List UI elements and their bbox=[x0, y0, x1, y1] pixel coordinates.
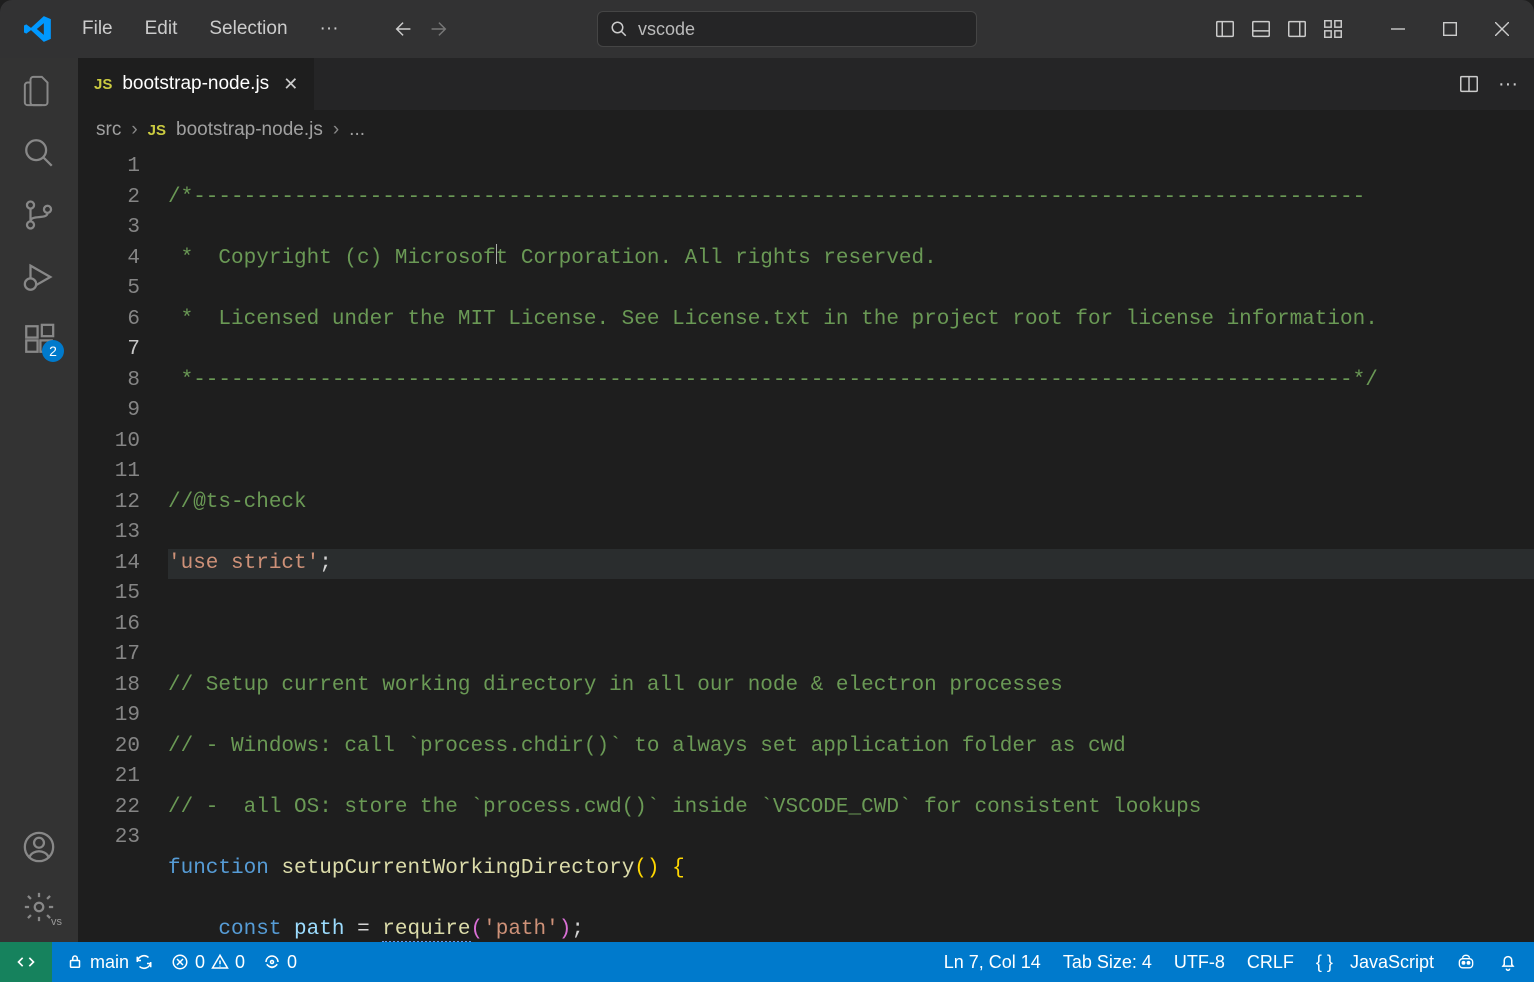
chevron-right-icon: › bbox=[131, 119, 137, 141]
extensions-icon[interactable]: 2 bbox=[20, 320, 58, 358]
menu-selection[interactable]: Selection bbox=[195, 12, 301, 46]
breadcrumb-file[interactable]: bootstrap-node.js bbox=[176, 119, 323, 141]
close-icon[interactable] bbox=[1478, 9, 1526, 49]
code-content[interactable]: /*--------------------------------------… bbox=[168, 150, 1534, 942]
layout-controls bbox=[1214, 18, 1344, 40]
tab-close-icon[interactable]: ✕ bbox=[283, 74, 298, 95]
remote-icon[interactable] bbox=[0, 942, 52, 982]
layout-customize-icon[interactable] bbox=[1322, 18, 1344, 40]
git-branch-button[interactable]: main bbox=[66, 952, 153, 973]
accounts-icon[interactable] bbox=[20, 828, 58, 866]
vscode-logo-icon bbox=[24, 15, 52, 43]
status-bar: main 0 0 0 Ln 7, Col 14 Tab Size: 4 UTF-… bbox=[0, 942, 1534, 982]
command-center-search[interactable]: vscode bbox=[597, 11, 977, 47]
layout-sidebar-right-icon[interactable] bbox=[1286, 18, 1308, 40]
chevron-right-icon: › bbox=[333, 119, 339, 141]
extensions-badge: 2 bbox=[42, 340, 64, 362]
minimize-icon[interactable] bbox=[1374, 9, 1422, 49]
encoding[interactable]: UTF-8 bbox=[1174, 952, 1225, 973]
notifications-bell-icon[interactable] bbox=[1498, 952, 1518, 972]
breadcrumb-more[interactable]: ... bbox=[349, 119, 365, 141]
menu-edit[interactable]: Edit bbox=[131, 12, 192, 46]
tabs-row: JS bootstrap-node.js ✕ ··· bbox=[78, 58, 1534, 110]
js-file-icon: JS bbox=[148, 122, 166, 139]
search-text: vscode bbox=[638, 19, 695, 40]
menu-overflow-icon[interactable]: ··· bbox=[306, 12, 353, 46]
tab-size[interactable]: Tab Size: 4 bbox=[1063, 952, 1152, 973]
language-mode[interactable]: { } JavaScript bbox=[1316, 952, 1434, 973]
menu-bar: File Edit Selection ··· bbox=[68, 12, 353, 46]
layout-panel-bottom-icon[interactable] bbox=[1250, 18, 1272, 40]
settings-gear-icon[interactable]: vs bbox=[20, 888, 58, 926]
nav-forward-icon[interactable] bbox=[427, 18, 449, 40]
source-control-icon[interactable] bbox=[20, 196, 58, 234]
maximize-icon[interactable] bbox=[1426, 9, 1474, 49]
problems-button[interactable]: 0 0 bbox=[171, 952, 245, 973]
titlebar: File Edit Selection ··· vscode bbox=[0, 0, 1534, 58]
window-controls bbox=[1374, 9, 1526, 49]
tab-filename: bootstrap-node.js bbox=[122, 73, 269, 95]
code-editor[interactable]: 1234567891011121314151617181920212223 /*… bbox=[78, 150, 1534, 942]
editor-more-icon[interactable]: ··· bbox=[1498, 73, 1518, 96]
nav-arrows bbox=[393, 18, 449, 40]
cursor-position[interactable]: Ln 7, Col 14 bbox=[944, 952, 1041, 973]
tab-bootstrap-node[interactable]: JS bootstrap-node.js ✕ bbox=[78, 58, 315, 110]
split-editor-icon[interactable] bbox=[1458, 73, 1480, 95]
js-file-icon: JS bbox=[94, 76, 112, 93]
ports-button[interactable]: 0 bbox=[263, 952, 297, 973]
menu-file[interactable]: File bbox=[68, 12, 127, 46]
gear-sub-label: vs bbox=[51, 916, 62, 928]
explorer-icon[interactable] bbox=[20, 72, 58, 110]
eol[interactable]: CRLF bbox=[1247, 952, 1294, 973]
search-activity-icon[interactable] bbox=[20, 134, 58, 172]
text-cursor-icon bbox=[496, 244, 497, 264]
run-debug-icon[interactable] bbox=[20, 258, 58, 296]
breadcrumb-src[interactable]: src bbox=[96, 119, 121, 141]
editor-area: JS bootstrap-node.js ✕ ··· src › JS boot… bbox=[78, 58, 1534, 942]
line-gutter: 1234567891011121314151617181920212223 bbox=[78, 150, 168, 942]
layout-sidebar-left-icon[interactable] bbox=[1214, 18, 1236, 40]
nav-back-icon[interactable] bbox=[393, 18, 415, 40]
activity-bar: 2 vs bbox=[0, 58, 78, 942]
copilot-icon[interactable] bbox=[1456, 952, 1476, 972]
search-icon bbox=[610, 20, 628, 38]
scrollbar[interactable] bbox=[1516, 150, 1534, 942]
breadcrumbs[interactable]: src › JS bootstrap-node.js › ... bbox=[78, 110, 1534, 150]
